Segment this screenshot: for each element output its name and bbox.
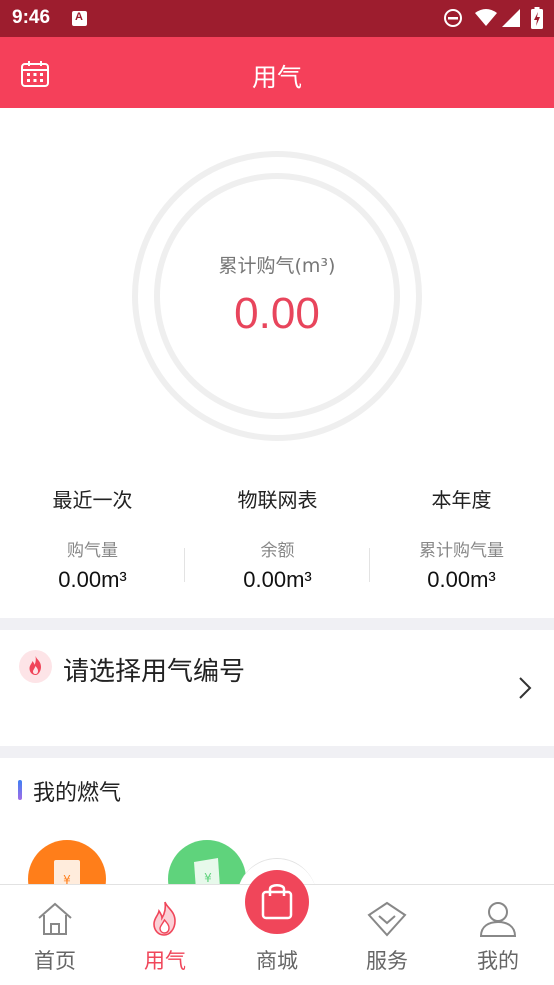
- total-purchase-value: 0.00: [234, 289, 320, 338]
- stat-label: 累计购气量: [419, 541, 504, 561]
- section-divider: [0, 746, 554, 758]
- tab-label: 用气: [144, 949, 186, 973]
- select-gas-number-row[interactable]: 请选择用气编号: [0, 630, 554, 745]
- tab-label: 商城: [256, 949, 298, 973]
- home-icon: [38, 902, 72, 935]
- my-gas-title: 我的燃气: [33, 781, 122, 806]
- battery-icon: [531, 7, 543, 29]
- total-purchase-label: 累计购气(m³): [218, 255, 336, 277]
- tab-service[interactable]: 服务: [332, 885, 442, 985]
- stats-row: 最近一次 购气量 0.00m³ 物联网表 余额 0.00m³ 本年度 累计购气量…: [0, 480, 554, 600]
- tab-gas[interactable]: 用气: [110, 885, 220, 985]
- tab-label: 首页: [34, 949, 76, 973]
- status-time: 9:46: [12, 7, 51, 28]
- total-purchase-gauge: 累计购气(m³) 0.00: [132, 151, 422, 441]
- app-header: 用气: [0, 37, 554, 108]
- user-icon: [479, 902, 517, 937]
- divider: [369, 548, 370, 582]
- svg-text:¥: ¥: [204, 871, 212, 885]
- do-not-disturb-icon: [444, 9, 462, 27]
- stat-this-year: 本年度 累计购气量 0.00m³: [369, 480, 554, 593]
- divider: [184, 548, 185, 582]
- notification-app-icon: [72, 11, 87, 26]
- stat-value: 0.00m³: [58, 567, 127, 592]
- stat-label: 余额: [260, 541, 295, 561]
- stat-value: 0.00m³: [243, 567, 312, 592]
- tab-label: 服务: [366, 949, 408, 973]
- chevron-right-icon: [519, 677, 532, 699]
- status-bar: 9:46: [0, 0, 554, 37]
- tab-home[interactable]: 首页: [0, 885, 110, 985]
- flame-badge: [19, 650, 52, 683]
- tab-me[interactable]: 我的: [443, 885, 553, 985]
- section-divider: [0, 618, 554, 630]
- stat-value: 0.00m³: [427, 567, 496, 592]
- stat-iot-meter: 物联网表 余额 0.00m³: [185, 480, 370, 593]
- shopping-bag-icon: [261, 884, 293, 920]
- section-accent-bar: [18, 780, 22, 800]
- stat-title: 物联网表: [237, 488, 318, 512]
- page-title: 用气: [251, 63, 302, 92]
- shop-button[interactable]: [245, 870, 309, 934]
- stat-label: 购气量: [67, 541, 118, 561]
- select-gas-number-label: 请选择用气编号: [63, 657, 246, 687]
- cell-signal-icon: [502, 9, 520, 27]
- stat-title: 最近一次: [52, 488, 133, 512]
- stat-title: 本年度: [431, 488, 492, 512]
- flame-icon: [153, 901, 176, 936]
- service-icon: [367, 901, 407, 937]
- wifi-icon: [475, 9, 497, 26]
- tab-label: 我的: [477, 949, 519, 973]
- flame-icon: [29, 656, 41, 675]
- stat-latest: 最近一次 购气量 0.00m³: [0, 480, 185, 593]
